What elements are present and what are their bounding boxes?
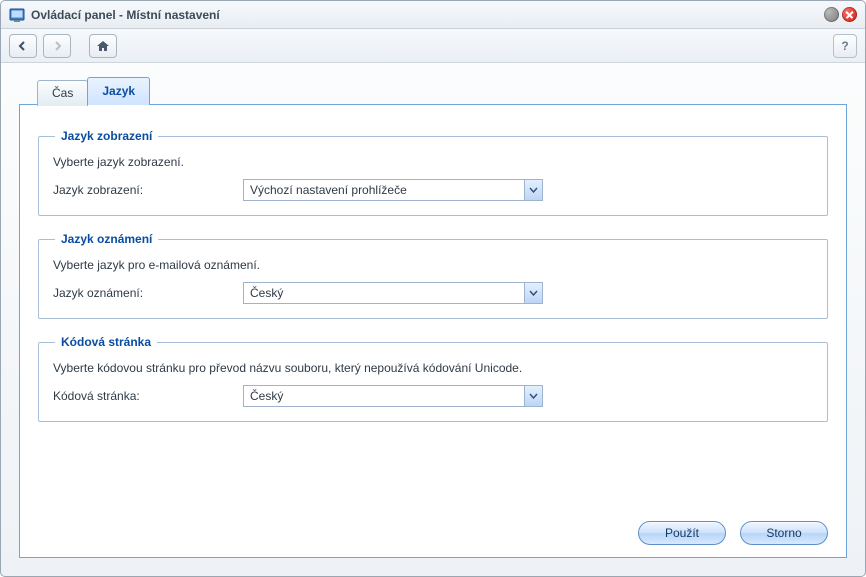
tab-language[interactable]: Jazyk [87,77,150,105]
desc-codepage: Vyberte kódovou stránku pro převod názvu… [53,361,813,375]
content: Čas Jazyk Jazyk zobrazení Vyberte jazyk … [19,77,847,558]
label-codepage: Kódová stránka: [53,389,243,403]
window: Ovládací panel - Místní nastavení ? Čas … [0,0,866,577]
minimize-button[interactable] [824,7,839,22]
apply-button[interactable]: Použít [638,521,726,545]
desc-display-language: Vyberte jazyk zobrazení. [53,155,813,169]
select-notify-language[interactable]: Český [243,282,543,304]
home-icon [96,40,110,52]
legend-display-language: Jazyk zobrazení [55,129,158,143]
arrow-right-icon [51,40,63,52]
back-button[interactable] [9,34,37,58]
window-title: Ovládací panel - Místní nastavení [31,8,220,22]
select-codepage[interactable]: Český [243,385,543,407]
help-icon: ? [841,39,848,53]
forward-button[interactable] [43,34,71,58]
tabs: Čas Jazyk [37,77,847,105]
select-notify-language-value: Český [244,286,524,300]
fieldset-notify-language: Jazyk oznámení Vyberte jazyk pro e-mailo… [38,232,828,319]
fieldset-codepage: Kódová stránka Vyberte kódovou stránku p… [38,335,828,422]
chevron-down-icon [524,180,542,200]
help-button[interactable]: ? [833,34,857,58]
label-notify-language: Jazyk oznámení: [53,286,243,300]
legend-codepage: Kódová stránka [55,335,157,349]
tab-time[interactable]: Čas [37,80,88,106]
fieldset-display-language: Jazyk zobrazení Vyberte jazyk zobrazení.… [38,129,828,216]
label-display-language: Jazyk zobrazení: [53,183,243,197]
home-button[interactable] [89,34,117,58]
tab-panel: Jazyk zobrazení Vyberte jazyk zobrazení.… [19,104,847,558]
select-display-language-value: Výchozí nastavení prohlížeče [244,183,524,197]
cancel-button[interactable]: Storno [740,521,828,545]
titlebar: Ovládací panel - Místní nastavení [1,1,865,29]
chevron-down-icon [524,283,542,303]
select-codepage-value: Český [244,389,524,403]
legend-notify-language: Jazyk oznámení [55,232,158,246]
chevron-down-icon [524,386,542,406]
select-display-language[interactable]: Výchozí nastavení prohlížeče [243,179,543,201]
desc-notify-language: Vyberte jazyk pro e-mailová oznámení. [53,258,813,272]
close-button[interactable] [842,7,857,22]
arrow-left-icon [17,40,29,52]
button-bar: Použít Storno [638,521,828,545]
app-icon [9,7,25,23]
toolbar: ? [1,29,865,63]
